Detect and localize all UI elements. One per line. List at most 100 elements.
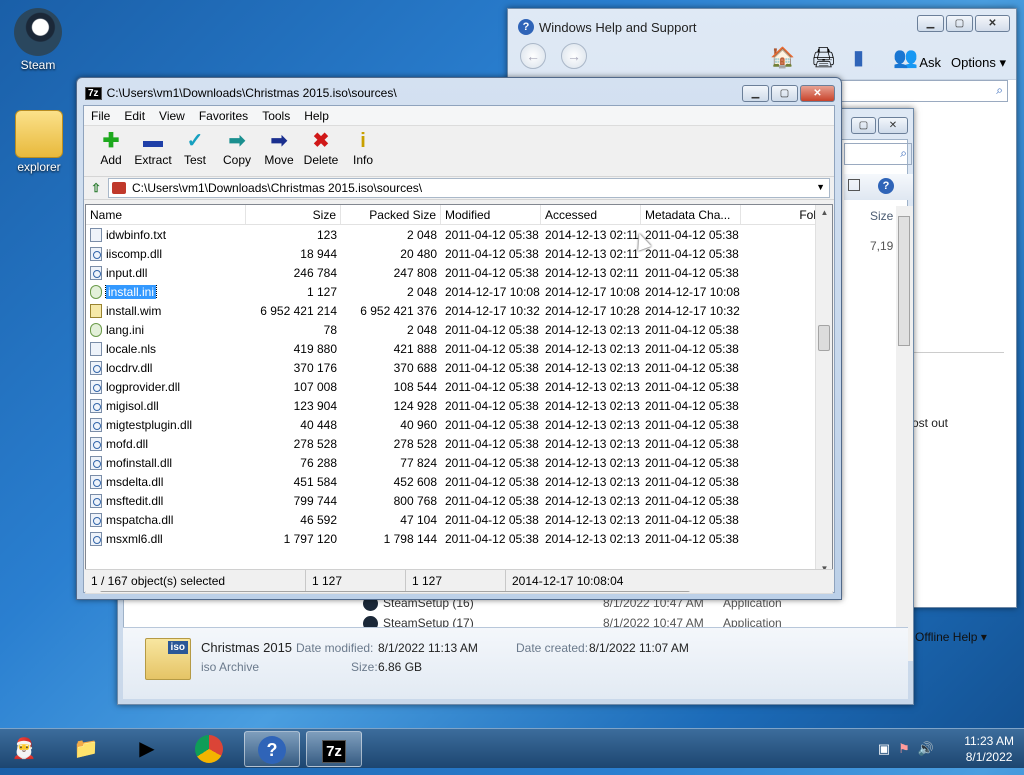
scrollbar-thumb[interactable] [818, 325, 830, 351]
back-button[interactable]: ← [520, 43, 546, 69]
scrollbar-thumb[interactable] [898, 216, 910, 346]
close-button[interactable]: ✕ [878, 117, 908, 134]
menu-edit[interactable]: Edit [117, 109, 152, 123]
test-button[interactable]: ✓ Test [174, 126, 216, 176]
menu-view[interactable]: View [152, 109, 192, 123]
add-button[interactable]: ✚ Add [90, 126, 132, 176]
media-player-icon: ▶ [139, 738, 155, 760]
column-header[interactable]: Name [86, 205, 246, 224]
file-list-body: idwbinfo.txt 123 2 048 2011-04-12 05:38 2014… [86, 225, 832, 548]
table-row[interactable]: locdrv.dll 370 176 370 688 2011-04-12 05:38… [86, 358, 832, 377]
address-input[interactable]: C:\Users\vm1\Downloads\Christmas 2015.is… [108, 178, 830, 198]
menu-file[interactable]: File [84, 109, 117, 123]
clock[interactable]: 11:23 AM 8/1/2022 [964, 733, 1014, 765]
search-icon[interactable]: ⌕ [996, 83, 1003, 98]
copy-button[interactable]: ➡ Copy [216, 126, 258, 176]
taskbar-help[interactable]: ? [244, 731, 300, 767]
table-row[interactable]: install.wim 6 952 421 214 6 952 421 376 201… [86, 301, 832, 320]
table-row[interactable]: msxml6.dll 1 797 120 1 798 144 2011-04-12 0… [86, 529, 832, 548]
up-folder-icon[interactable]: ⇧ [84, 181, 108, 195]
cell-accessed: 2014-12-13 02:13 [545, 493, 640, 508]
column-header-size[interactable]: Size [870, 209, 893, 223]
info-button[interactable]: i Info [342, 126, 384, 176]
maximize-button[interactable]: ▢ [946, 15, 973, 32]
home-icon[interactable]: 🏠 [770, 45, 795, 70]
table-row[interactable]: migisol.dll 123 904 124 928 2011-04-12 05:3… [86, 396, 832, 415]
column-header[interactable]: Size [246, 205, 341, 224]
toolbar-label: Info [352, 153, 373, 167]
offline-help-button[interactable]: Offline Help ▾ [915, 630, 987, 644]
cell-meta: 2011-04-12 05:38 [645, 531, 739, 546]
taskbar-chrome[interactable] [181, 731, 237, 767]
table-row[interactable]: mofinstall.dll 76 288 77 824 2011-04-12 05:… [86, 453, 832, 472]
table-row[interactable]: locale.nls 419 880 421 888 2011-04-12 05:38… [86, 339, 832, 358]
file-gear-icon [90, 531, 102, 546]
file-name: lang.ini [106, 322, 145, 337]
scroll-up-icon[interactable]: ▲ [816, 208, 832, 217]
minimize-button[interactable]: ▁ [917, 15, 944, 32]
table-row[interactable]: migtestplugin.dll 40 448 40 960 2011-04-12 … [86, 415, 832, 434]
table-row[interactable]: msftedit.dll 799 744 800 768 2011-04-12 05:… [86, 491, 832, 510]
extract-button[interactable]: ▬ Extract [132, 126, 174, 176]
ask-icon[interactable]: 👥 [893, 45, 918, 70]
test-icon: ✓ [186, 130, 204, 152]
file-ini-icon [90, 322, 102, 337]
divider [910, 352, 1004, 353]
menu-favorites[interactable]: Favorites [192, 109, 255, 123]
column-header[interactable]: Fol [741, 205, 821, 224]
cell-accessed: 2014-12-13 02:13 [545, 474, 640, 489]
forward-button[interactable]: → [561, 43, 587, 69]
ask-button[interactable]: Ask [919, 55, 941, 70]
print-icon[interactable]: 🖨 [811, 45, 836, 70]
view-icon[interactable] [848, 179, 860, 191]
table-row[interactable]: install.ini 1 127 2 048 2014-12-17 10:08 201… [86, 282, 832, 301]
maximize-button[interactable]: ▢ [771, 85, 798, 102]
table-row[interactable]: lang.ini 78 2 048 2011-04-12 05:38 2014-12-1… [86, 320, 832, 339]
taskbar-media-player[interactable]: ▶ [119, 731, 175, 767]
chevron-down-icon[interactable]: ▼ [816, 182, 825, 192]
table-row[interactable]: idwbinfo.txt 123 2 048 2011-04-12 05:38 2014… [86, 225, 832, 244]
table-row[interactable]: msdelta.dll 451 584 452 608 2011-04-12 05:3… [86, 472, 832, 491]
cell-modified: 2011-04-12 05:38 [445, 246, 539, 261]
cell-meta: 2011-04-12 05:38 [645, 265, 739, 280]
taskbar-7zip[interactable]: 7z [306, 731, 362, 767]
help-search-input[interactable]: ⌕ [838, 80, 1008, 102]
cell-accessed: 2014-12-13 02:11 [545, 246, 639, 261]
volume-icon[interactable]: 🔊 [918, 741, 934, 757]
options-button[interactable]: Options ▾ [951, 55, 1006, 71]
details-pane: iso Christmas 2015 iso Archive Date modi… [123, 627, 908, 699]
start-button[interactable]: 🎅 [2, 731, 46, 767]
file-gear-icon [90, 398, 102, 413]
close-button[interactable]: ✕ [800, 85, 835, 102]
table-row[interactable]: logprovider.dll 107 008 108 544 2011-04-12 … [86, 377, 832, 396]
cell-accessed: 2014-12-13 02:13 [545, 360, 640, 375]
column-header[interactable]: Modified [441, 205, 541, 224]
explorer-scrollbar[interactable] [896, 206, 913, 661]
file-list-vscroll[interactable]: ▲ ▼ [815, 205, 832, 576]
menu-tools[interactable]: Tools [255, 109, 297, 123]
delete-button[interactable]: ✖ Delete [300, 126, 342, 176]
desktop-icon-steam[interactable]: Steam [3, 8, 73, 72]
table-row[interactable]: mofd.dll 278 528 278 528 2011-04-12 05:38 20… [86, 434, 832, 453]
table-row[interactable]: mspatcha.dll 46 592 47 104 2011-04-12 05:38… [86, 510, 832, 529]
cell-accessed: 2014-12-13 02:13 [545, 436, 640, 451]
network-icon[interactable]: ▣ [878, 741, 890, 757]
explorer-search-input[interactable]: ⌕ [844, 143, 912, 165]
menu-help[interactable]: Help [297, 109, 336, 123]
move-button[interactable]: ➡ Move [258, 126, 300, 176]
column-header[interactable]: Metadata Cha... [641, 205, 741, 224]
column-header[interactable]: Accessed [541, 205, 641, 224]
desktop-icon-explorer[interactable]: explorer [4, 110, 74, 174]
cell-size: 370 176 [293, 360, 337, 375]
maximize-button[interactable]: ▢ [851, 117, 876, 134]
file-name-cell: locdrv.dll [86, 360, 246, 375]
close-button[interactable]: ✕ [975, 15, 1010, 32]
taskbar-explorer[interactable]: 📁 [58, 731, 114, 767]
minimize-button[interactable]: ▁ [742, 85, 769, 102]
table-row[interactable]: iiscomp.dll 18 944 20 480 2011-04-12 05:38 2… [86, 244, 832, 263]
help-icon[interactable]: ? [878, 178, 894, 194]
table-row[interactable]: input.dll 246 784 247 808 2011-04-12 05:38 2… [86, 263, 832, 282]
column-header[interactable]: Packed Size [341, 205, 441, 224]
action-center-icon[interactable]: ⚑ [898, 741, 910, 757]
browse-help-icon[interactable]: ▮ [853, 45, 864, 70]
